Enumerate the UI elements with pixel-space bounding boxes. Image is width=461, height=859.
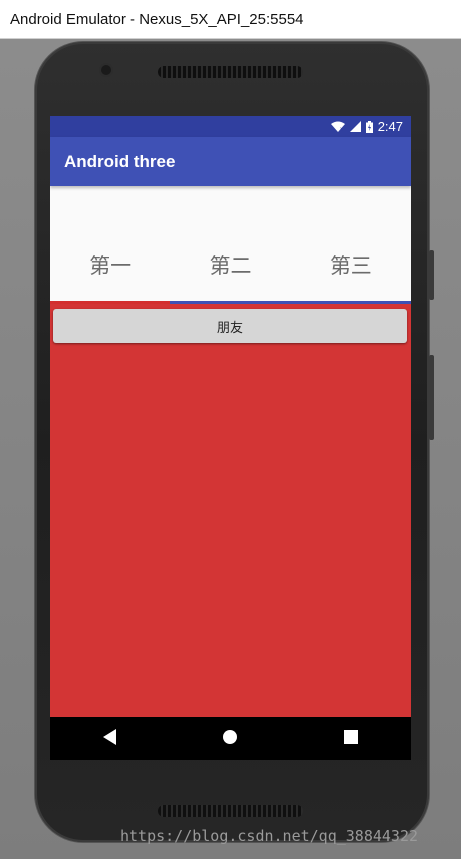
signal-icon	[349, 121, 361, 132]
tab-label: 第一	[89, 254, 132, 278]
svg-text:x: x	[340, 126, 344, 132]
tab-layout: 第一 第二 第三	[50, 186, 411, 304]
tab-first[interactable]: 第一	[50, 250, 170, 304]
power-button[interactable]	[429, 355, 434, 440]
back-icon	[103, 728, 117, 749]
friend-button[interactable]: 朋友	[53, 309, 407, 343]
device-screen: x 2:47 Android three 第一 第二 第三 朋友	[50, 116, 411, 760]
top-speaker-grille	[158, 66, 303, 78]
recents-icon	[343, 729, 358, 748]
app-title: Android three	[64, 151, 176, 171]
wifi-icon: x	[330, 121, 345, 132]
tab-label: 第三	[329, 254, 372, 278]
bottom-speaker-grille	[158, 805, 303, 817]
navigation-bar	[50, 717, 411, 760]
status-bar: x 2:47	[50, 116, 411, 137]
watermark: https://blog.csdn.net/qq_38844322	[120, 827, 419, 845]
home-icon	[222, 729, 238, 749]
status-time: 2:47	[377, 119, 403, 134]
tab-third[interactable]: 第三	[291, 250, 411, 304]
battery-icon	[365, 120, 373, 133]
window-title: Android Emulator - Nexus_5X_API_25:5554	[10, 10, 304, 28]
tab-label: 第二	[209, 254, 252, 278]
volume-button[interactable]	[429, 250, 434, 300]
back-button[interactable]	[90, 719, 130, 759]
front-camera	[101, 65, 111, 75]
tab-second[interactable]: 第二	[170, 250, 290, 304]
app-toolbar: Android three	[50, 137, 411, 186]
emulator-title-bar: Android Emulator - Nexus_5X_API_25:5554	[0, 0, 461, 39]
fragment-content: 朋友	[50, 304, 411, 717]
recents-button[interactable]	[331, 719, 371, 759]
home-button[interactable]	[210, 719, 250, 759]
